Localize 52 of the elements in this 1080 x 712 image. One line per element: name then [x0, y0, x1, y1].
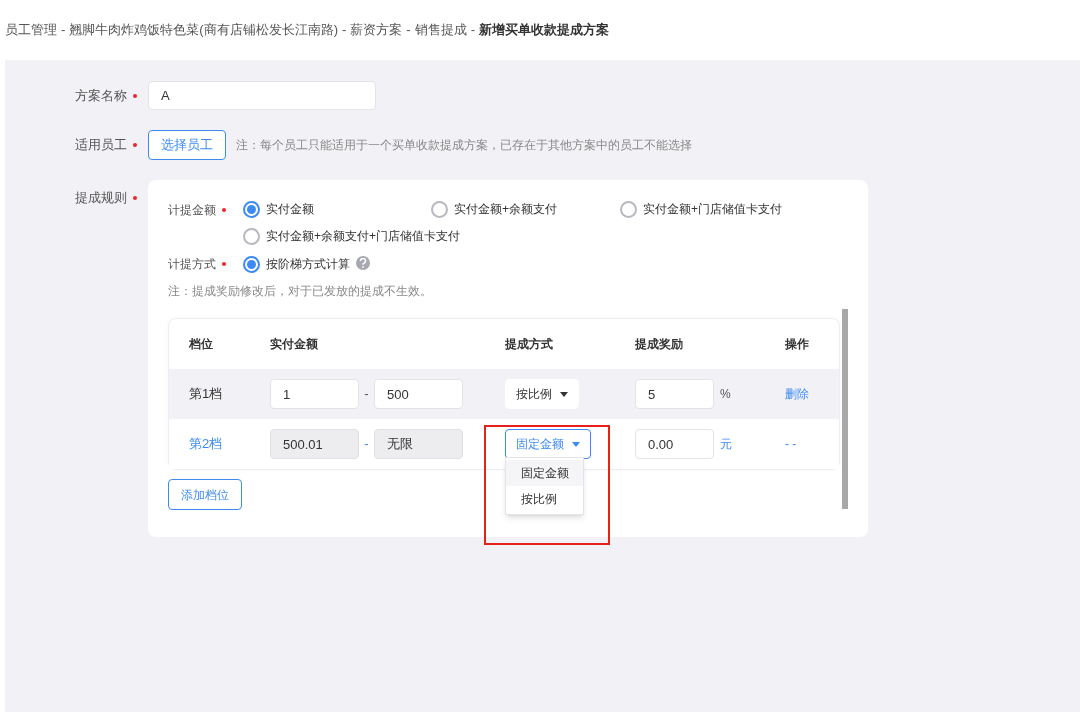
column-header: 档位 [189, 337, 213, 351]
column-header: 操作 [785, 337, 809, 351]
tier-label: 第1档 [189, 386, 223, 402]
radio-button[interactable] [243, 227, 260, 245]
radio-button[interactable] [243, 200, 260, 218]
breadcrumb-link[interactable]: 薪资方案 [350, 20, 403, 40]
unit-label: 元 [720, 436, 732, 453]
caret-icon [572, 441, 580, 447]
radio-button[interactable] [431, 200, 448, 218]
breadcrumb-link[interactable]: 翘脚牛肉炸鸡饭特色菜(商有店铺松发长江南路) [69, 20, 338, 40]
reward-input[interactable]: 0.00 [635, 429, 714, 459]
column-header: 提成方式 [505, 337, 553, 351]
radio-label: 实付金额+余额支付 [454, 201, 557, 218]
radio-button[interactable] [620, 200, 637, 218]
breadcrumb-separator: - [61, 21, 66, 40]
reward-input[interactable]: 5 [635, 379, 714, 409]
field-label: 计提方式 [168, 256, 216, 273]
mode-select[interactable]: 按比例 [505, 379, 579, 409]
column-header: 实付金额 [270, 337, 318, 351]
input-field[interactable]: A [148, 81, 376, 110]
breadcrumb-current: 新增买单收款提成方案 [479, 21, 610, 40]
breadcrumb-link[interactable]: 员工管理 [5, 20, 57, 40]
radio-button[interactable] [243, 255, 260, 273]
note-text: 注：提成奖励修改后，对于已发放的提成不生效。 [168, 283, 433, 300]
dropdown-option[interactable]: 固定金额 [506, 460, 583, 486]
select-staff-button[interactable]: 选择员工 [148, 130, 226, 160]
radio-label: 实付金额+余额支付+门店储值卡支付 [266, 228, 460, 245]
help-icon[interactable] [356, 256, 370, 270]
row-action[interactable]: - - [785, 437, 797, 452]
amount-from-input[interactable]: 1 [270, 379, 359, 409]
amount-to-input[interactable]: 500 [374, 379, 463, 409]
breadcrumb-link[interactable]: 销售提成 [414, 20, 467, 40]
field-label: 提成规则 [75, 189, 127, 207]
breadcrumb-separator: - [342, 21, 347, 40]
range-separator: - [363, 385, 370, 404]
unit-label: % [720, 386, 731, 403]
radio-label: 实付金额+门店储值卡支付 [643, 201, 782, 218]
range-separator: - [363, 435, 370, 454]
mode-select[interactable]: 固定金额 [505, 429, 591, 459]
radio-label: 按阶梯方式计算 [266, 256, 350, 273]
dropdown-option[interactable]: 按比例 [506, 486, 583, 512]
radio-label: 实付金额 [266, 201, 314, 218]
field-label: 方案名称 [75, 86, 127, 105]
breadcrumb-separator: - [406, 21, 411, 40]
breadcrumb-separator: - [470, 21, 476, 40]
caret-icon [560, 391, 568, 397]
column-header: 提成奖励 [635, 337, 683, 351]
field-label: 适用员工 [75, 136, 127, 155]
field-label: 计提金额 [168, 202, 216, 219]
add-tier-button[interactable]: 添加档位 [168, 479, 242, 510]
tier-label: 第2档 [189, 436, 223, 452]
note-text: 注：每个员工只能适用于一个买单收款提成方案，已存在于其他方案中的员工不能选择 [236, 137, 692, 154]
